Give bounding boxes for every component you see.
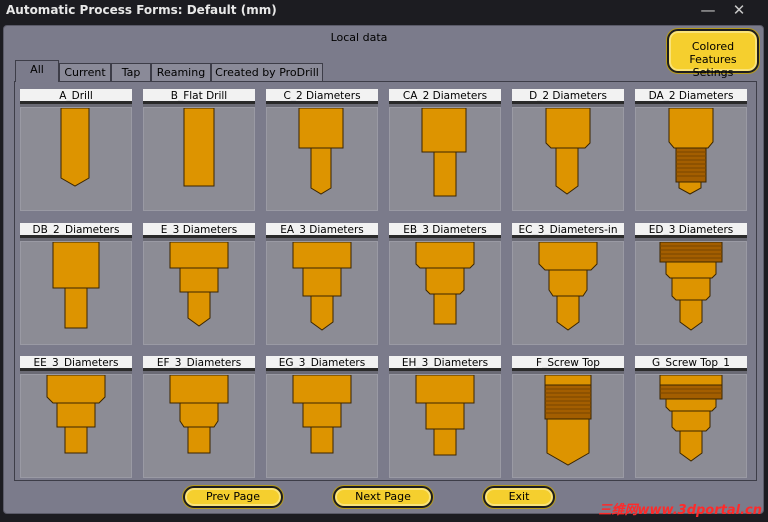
drill-preview [512,374,624,478]
screw-top-shape-icon [544,375,592,466]
drill-preview [389,107,501,211]
drill-preview [512,241,624,345]
close-icon[interactable]: ✕ [729,0,749,20]
form-card-eb-3-diameters[interactable]: EB_3 Diameters [389,223,501,345]
form-card-label: EF_3_Diameters [143,356,255,371]
drill-preview [266,241,378,345]
forms-grid: A_Drill B_Flat Drill C_2 Diameters CA_2 … [14,81,757,481]
form-card-ec-3-diameters-in[interactable]: EC_3_Diameters-in [512,223,624,345]
form-card-label: DB_2_Diameters [20,223,132,238]
window-title: Automatic Process Forms: Default (mm) [6,3,277,17]
form-card-label: EG_3_Diameters [266,356,378,371]
form-card-ef-3-diameters[interactable]: EF_3_Diameters [143,356,255,478]
form-card-c-2-diameters[interactable]: C_2 Diameters [266,89,378,211]
tab-tap[interactable]: Tap [111,63,151,82]
drill-preview [143,241,255,345]
two-diameter-shape-icon [298,108,344,195]
form-card-label: B_Flat Drill [143,89,255,104]
drill-preview [389,374,501,478]
form-card-eg-3-diameters[interactable]: EG_3_Diameters [266,356,378,478]
threaded-three-diameter-shape-icon [659,242,723,331]
tab-all[interactable]: All [15,60,59,82]
main-panel: Local data Colored Features Setings All … [3,25,764,514]
form-card-label: EB_3 Diameters [389,223,501,238]
drill-shape-icon [60,108,90,187]
three-diameter-shape-icon [169,375,229,454]
form-card-label: G_Screw Top_1 [635,356,747,371]
form-card-label: EE_3_Diameters [20,356,132,371]
form-card-label: A_Drill [20,89,132,104]
form-card-ee-3-diameters[interactable]: EE_3_Diameters [20,356,132,478]
three-diameter-shape-icon [46,375,106,454]
form-card-label: F_Screw Top [512,356,624,371]
form-card-b-flat-drill[interactable]: B_Flat Drill [143,89,255,211]
drill-preview [20,107,132,211]
three-diameter-shape-icon [292,242,352,331]
local-data-label: Local data [330,31,388,44]
form-card-ed-3-diameters[interactable]: ED_3 Diameters [635,223,747,345]
colored-btn-line2: Setings [692,66,734,79]
form-card-g-screw-top-1[interactable]: G_Screw Top_1 [635,356,747,478]
form-card-d-2-diameters[interactable]: D_2 Diameters [512,89,624,211]
three-diameter-shape-icon [169,242,229,327]
threaded-shape-icon [668,108,714,195]
two-diameter-shape-icon [52,242,100,329]
tab-created-by-prodrill[interactable]: Created by ProDrill [211,63,323,82]
form-card-e-3-diameters[interactable]: E_3 Diameters [143,223,255,345]
form-card-db-2-diameters[interactable]: DB_2_Diameters [20,223,132,345]
tab-current[interactable]: Current [59,63,111,82]
exit-button[interactable]: Exit [483,486,555,508]
colored-features-settings-button[interactable]: Colored Features Setings [667,29,759,79]
form-card-label: CA_2 Diameters [389,89,501,104]
two-diameter-flat-shape-icon [421,108,467,197]
form-card-eh-3-diameters[interactable]: EH_3_Diameters [389,356,501,478]
three-diameter-shape-icon [292,375,352,454]
watermark-text: 三维网www.3dportal.cn [598,503,762,518]
next-page-button[interactable]: Next Page [333,486,433,508]
three-diameter-chamfer-shape-icon [538,242,598,331]
drill-preview [389,241,501,345]
title-bar: Automatic Process Forms: Default (mm) — … [0,0,768,22]
form-card-label: EH_3_Diameters [389,356,501,371]
two-diameter-chamfer-shape-icon [545,108,591,195]
drill-preview [143,374,255,478]
drill-preview [266,107,378,211]
form-card-da-2-diameters[interactable]: DA_2 Diameters [635,89,747,211]
form-card-label: D_2 Diameters [512,89,624,104]
drill-preview [512,107,624,211]
drill-preview [635,241,747,345]
form-card-ea-3-diameters[interactable]: EA_3 Diameters [266,223,378,345]
form-card-label: EA_3 Diameters [266,223,378,238]
form-card-label: DA_2 Diameters [635,89,747,104]
tab-reaming[interactable]: Reaming [151,63,211,82]
colored-btn-line1: Colored Features [689,40,737,66]
prev-page-button[interactable]: Prev Page [183,486,283,508]
form-card-label: ED_3 Diameters [635,223,747,238]
drill-preview [20,241,132,345]
flat-drill-shape-icon [183,108,215,187]
form-card-f-screw-top[interactable]: F_Screw Top [512,356,624,478]
minimize-icon[interactable]: — [698,0,718,20]
drill-preview [266,374,378,478]
form-card-label: E_3 Diameters [143,223,255,238]
three-diameter-chamfer-shape-icon [415,242,475,325]
drill-preview [143,107,255,211]
form-card-ca-2-diameters[interactable]: CA_2 Diameters [389,89,501,211]
drill-preview [20,374,132,478]
screw-top-stepped-shape-icon [659,375,723,462]
drill-preview [635,374,747,478]
three-diameter-shape-icon [415,375,475,456]
form-card-label: C_2 Diameters [266,89,378,104]
drill-preview [635,107,747,211]
form-card-label: EC_3_Diameters-in [512,223,624,238]
form-card-a-drill[interactable]: A_Drill [20,89,132,211]
